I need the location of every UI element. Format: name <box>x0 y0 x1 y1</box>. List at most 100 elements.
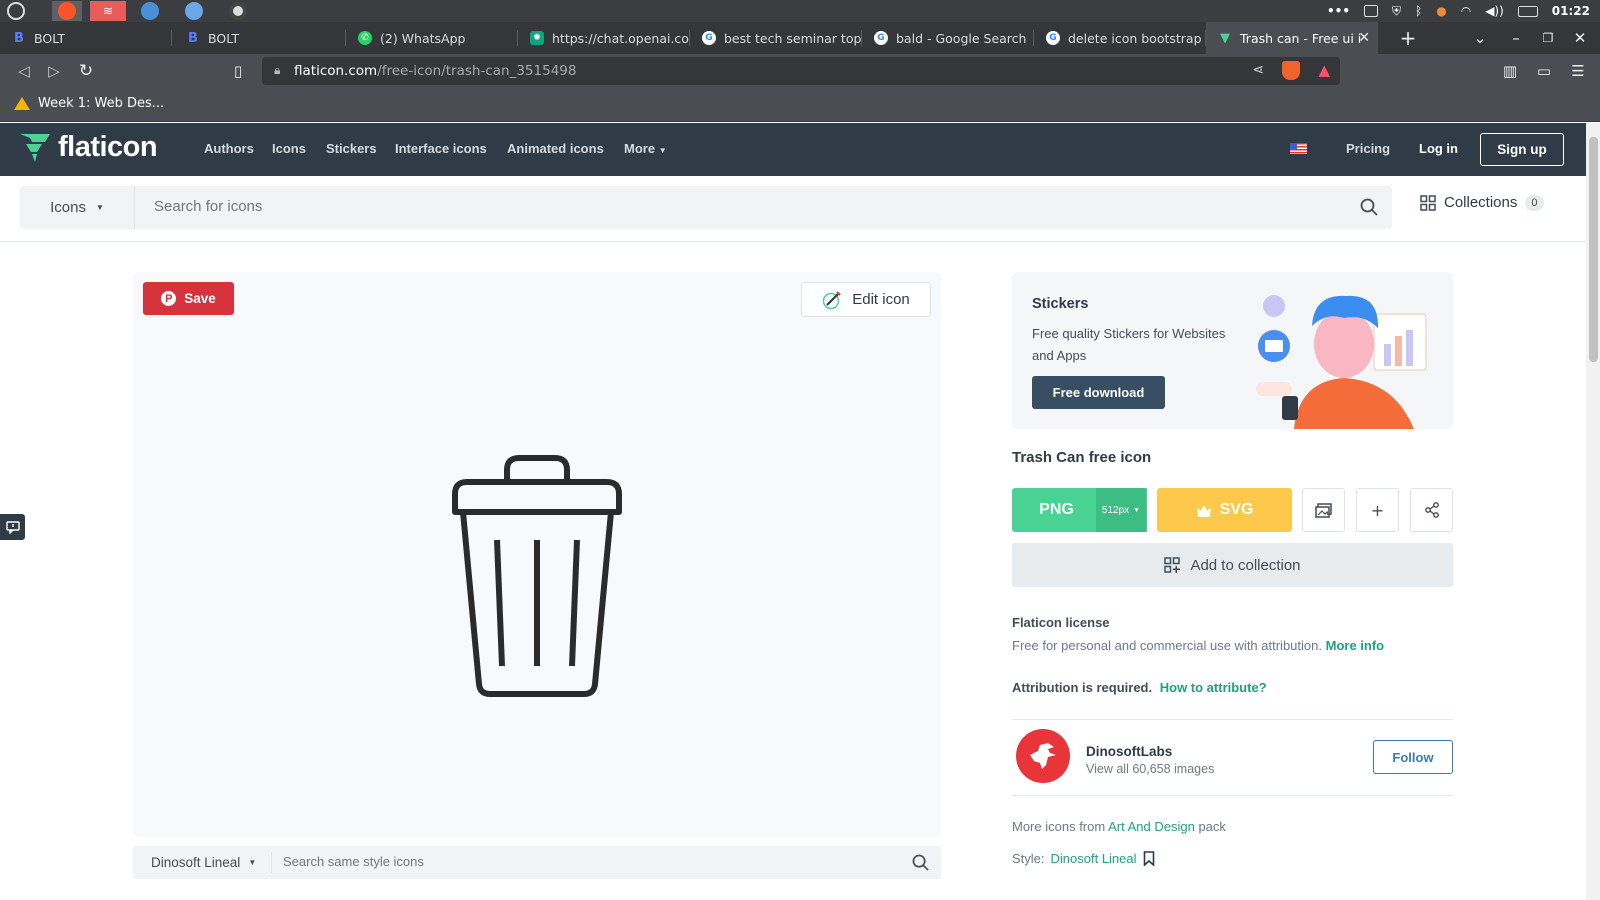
search-icon[interactable] <box>1360 198 1378 216</box>
bookmark-label: Week 1: Web Des... <box>38 96 165 111</box>
add-button[interactable]: + <box>1356 488 1399 532</box>
battery-icon[interactable] <box>1517 5 1538 17</box>
same-style-search-input[interactable] <box>283 854 863 869</box>
wifi-app-icon[interactable]: ≋ <box>90 1 126 21</box>
nav-animated-icons[interactable]: Animated icons <box>507 141 604 156</box>
svg-download-button[interactable]: SVG <box>1157 488 1292 532</box>
wifi-icon[interactable]: ◠ <box>1461 4 1471 18</box>
mint-menu-icon[interactable] <box>4 1 28 21</box>
sidebar-toggle-icon[interactable]: ▥ <box>1498 59 1522 83</box>
nav-authors[interactable]: Authors <box>204 141 254 156</box>
feedback-tab[interactable] <box>0 514 25 540</box>
volume-icon[interactable]: ◀)) <box>1485 4 1504 18</box>
browser-tab[interactable]: G bald - Google Search <box>862 22 1034 54</box>
browser-tab[interactable]: ✆ (2) WhatsApp <box>346 22 518 54</box>
back-arrow-icon[interactable]: ◁ <box>12 59 36 83</box>
tab-title: bald - Google Search <box>896 30 1027 46</box>
feedback-icon <box>5 520 20 534</box>
bookmark-item[interactable]: Week 1: Web Des... <box>14 96 164 111</box>
google-drive-icon <box>14 97 30 110</box>
reload-icon[interactable]: ↻ <box>74 59 98 83</box>
search-icon[interactable] <box>912 854 929 871</box>
brave-rewards-icon[interactable]: ▲ <box>1318 61 1330 79</box>
bookmark-icon[interactable] <box>1143 851 1155 866</box>
author-avatar[interactable] <box>1016 729 1070 783</box>
pack-link[interactable]: Art And Design <box>1108 819 1195 834</box>
vpn-icon[interactable]: ● <box>1436 4 1446 18</box>
same-style-search: Dinosoft Lineal ▼ <box>133 846 941 879</box>
clipboard-icon[interactable] <box>1364 5 1379 17</box>
brave-shields-icon[interactable] <box>1282 61 1300 80</box>
address-bar[interactable]: 🔒︎ flaticon.com/free-icon/trash-can_3515… <box>262 57 1340 85</box>
collections-count-badge: 0 <box>1525 194 1544 211</box>
obs-app-icon[interactable] <box>226 1 250 21</box>
nav-interface-icons[interactable]: Interface icons <box>395 141 487 156</box>
browser-tab-strip: B BOLT B BOLT ✆ (2) WhatsApp ✺ https://c… <box>0 22 1600 54</box>
close-window-icon[interactable]: ✕ <box>1566 22 1594 54</box>
dots-icon[interactable]: ••• <box>1327 4 1350 18</box>
bookmark-page-icon[interactable]: ▯ <box>226 59 250 83</box>
nav-icons[interactable]: Icons <box>272 141 306 156</box>
caret-down-icon: ▼ <box>95 203 104 212</box>
forward-arrow-icon[interactable]: ▷ <box>42 59 66 83</box>
author-name[interactable]: DinosoftLabs <box>1086 744 1172 759</box>
nav-more[interactable]: More ▼ <box>624 141 667 156</box>
clock[interactable]: 01:22 <box>1552 4 1590 18</box>
wallet-icon[interactable]: ▭ <box>1532 59 1556 83</box>
license-description: Free for personal and commercial use wit… <box>1012 638 1385 653</box>
bolt-favicon-icon: B <box>188 30 198 46</box>
share-icon[interactable]: ⋖ <box>1252 62 1264 78</box>
flaticon-logo[interactable]: flaticon <box>18 131 158 164</box>
shield-icon[interactable]: ⛨ <box>1392 4 1401 19</box>
browser-tab[interactable]: G delete icon bootstrap <box>1034 22 1206 54</box>
url-text[interactable]: flaticon.com/free-icon/trash-can_3515498 <box>294 63 576 79</box>
nav-stickers[interactable]: Stickers <box>326 141 377 156</box>
firefox-app-icon[interactable] <box>182 1 206 21</box>
free-download-button[interactable]: Free download <box>1032 376 1165 409</box>
style-dropdown[interactable]: Dinosoft Lineal ▼ <box>151 855 256 870</box>
bolt-favicon-icon: B <box>14 30 24 46</box>
scrollbar-thumb[interactable] <box>1589 137 1598 362</box>
brave-app-icon[interactable] <box>52 1 82 21</box>
lock-icon[interactable]: 🔒︎ <box>274 63 280 78</box>
how-to-attribute-link[interactable]: How to attribute? <box>1160 680 1267 695</box>
share-button[interactable] <box>1410 488 1453 532</box>
tab-list-chevron-icon[interactable]: ⌄ <box>1466 22 1494 54</box>
add-to-collection-button[interactable]: Add to collection <box>1012 543 1453 587</box>
pinterest-icon: P <box>161 291 177 306</box>
copy-image-button[interactable] <box>1302 488 1345 532</box>
browser-tab-active[interactable]: ▼ Trash can - Free ui i ✕ <box>1206 22 1378 54</box>
browser-tab[interactable]: G best tech seminar topic <box>690 22 862 54</box>
minimize-window-icon[interactable]: – <box>1502 22 1530 54</box>
nav-pricing[interactable]: Pricing <box>1346 141 1390 156</box>
search-box: Icons ▼ <box>20 186 1392 229</box>
divider <box>1012 795 1453 796</box>
google-favicon-icon: G <box>702 31 716 45</box>
more-info-link[interactable]: More info <box>1326 638 1385 653</box>
browser-tab[interactable]: ✺ https://chat.openai.com <box>518 22 690 54</box>
menu-icon[interactable]: ☰ <box>1566 59 1590 83</box>
chrome-app-icon[interactable] <box>138 1 162 21</box>
nav-login[interactable]: Log in <box>1419 141 1458 156</box>
follow-button[interactable]: Follow <box>1373 740 1453 774</box>
png-size-dropdown[interactable]: 512px ▼ <box>1096 488 1146 532</box>
us-flag-icon[interactable] <box>1290 143 1307 154</box>
author-view-all-link[interactable]: View all 60,658 images <box>1086 762 1214 776</box>
browser-tab[interactable]: B BOLT <box>174 22 346 54</box>
bookmarks-bar: Week 1: Web Des... <box>0 88 1600 122</box>
style-row: Style: Dinosoft Lineal <box>1012 851 1155 866</box>
new-tab-button[interactable]: + <box>1394 22 1422 54</box>
page-scrollbar[interactable] <box>1586 123 1600 900</box>
close-tab-icon[interactable]: ✕ <box>1358 30 1370 46</box>
browser-tab[interactable]: B BOLT <box>0 22 172 54</box>
pinterest-save-button[interactable]: P Save <box>143 282 234 315</box>
maximize-window-icon[interactable]: ❐ <box>1534 22 1562 54</box>
search-type-dropdown[interactable]: Icons ▼ <box>20 186 135 229</box>
style-link[interactable]: Dinosoft Lineal <box>1051 851 1137 866</box>
search-input[interactable] <box>154 198 1254 215</box>
image-copy-icon <box>1315 502 1332 518</box>
collections-button[interactable]: Collections 0 <box>1420 194 1544 211</box>
signup-button[interactable]: Sign up <box>1480 133 1564 166</box>
bluetooth-icon[interactable]: ᛒ <box>1415 4 1422 18</box>
edit-icon-button[interactable]: Edit icon <box>801 282 931 317</box>
